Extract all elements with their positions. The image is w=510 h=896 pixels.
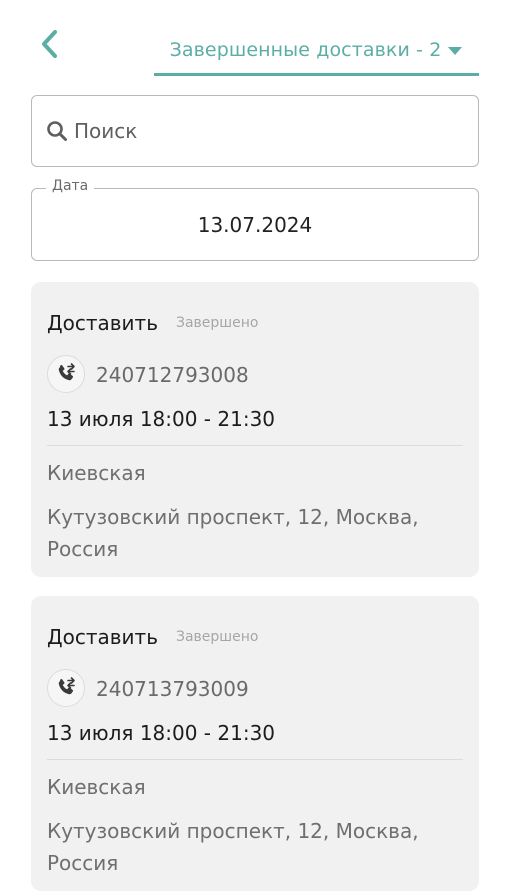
- delivery-address: Кутузовский проспект, 12, Москва, Рос­си…: [47, 505, 419, 561]
- search-field[interactable]: [31, 95, 479, 167]
- search-icon: [47, 121, 67, 141]
- deliveries-filter-label: Завершенные доставки - 2: [169, 38, 442, 61]
- date-field[interactable]: Дата 13.07.2024: [31, 178, 479, 261]
- order-status: Завершено: [176, 629, 259, 645]
- order-card[interactable]: Доставить Завершено 240713793009 13 июля…: [31, 596, 479, 891]
- order-number: 240713793009: [96, 677, 249, 701]
- date-field-label: Дата: [46, 178, 95, 194]
- back-button[interactable]: [34, 28, 64, 60]
- deliveries-filter-dropdown[interactable]: Завершенные доставки - 2: [154, 26, 479, 76]
- metro-station: Киевская: [47, 775, 146, 799]
- order-type: Доставить: [47, 625, 158, 649]
- phone-transfer-icon: [58, 363, 75, 381]
- date-value: 13.07.2024: [197, 212, 313, 237]
- call-button[interactable]: [47, 669, 85, 707]
- order-status: Завершено: [176, 315, 259, 331]
- header: Завершенные доставки - 2: [0, 0, 510, 80]
- delivery-address: Кутузовский проспект, 12, Москва, Рос­си…: [47, 819, 419, 875]
- divider: [47, 445, 463, 446]
- chevron-left-icon: [42, 30, 57, 58]
- phone-transfer-icon: [58, 677, 75, 695]
- order-number: 240712793008: [96, 363, 249, 387]
- order-type: Доставить: [47, 311, 158, 335]
- metro-station: Киевская: [47, 461, 146, 485]
- delivery-time: 13 июля 18:00 - 21:30: [47, 721, 276, 745]
- search-input[interactable]: [74, 119, 454, 143]
- divider: [47, 759, 463, 760]
- call-button[interactable]: [47, 355, 85, 393]
- caret-down-icon: [448, 46, 463, 55]
- delivery-time: 13 июля 18:00 - 21:30: [47, 407, 276, 431]
- order-card[interactable]: Доставить Завершено 240712793008 13 июля…: [31, 282, 479, 577]
